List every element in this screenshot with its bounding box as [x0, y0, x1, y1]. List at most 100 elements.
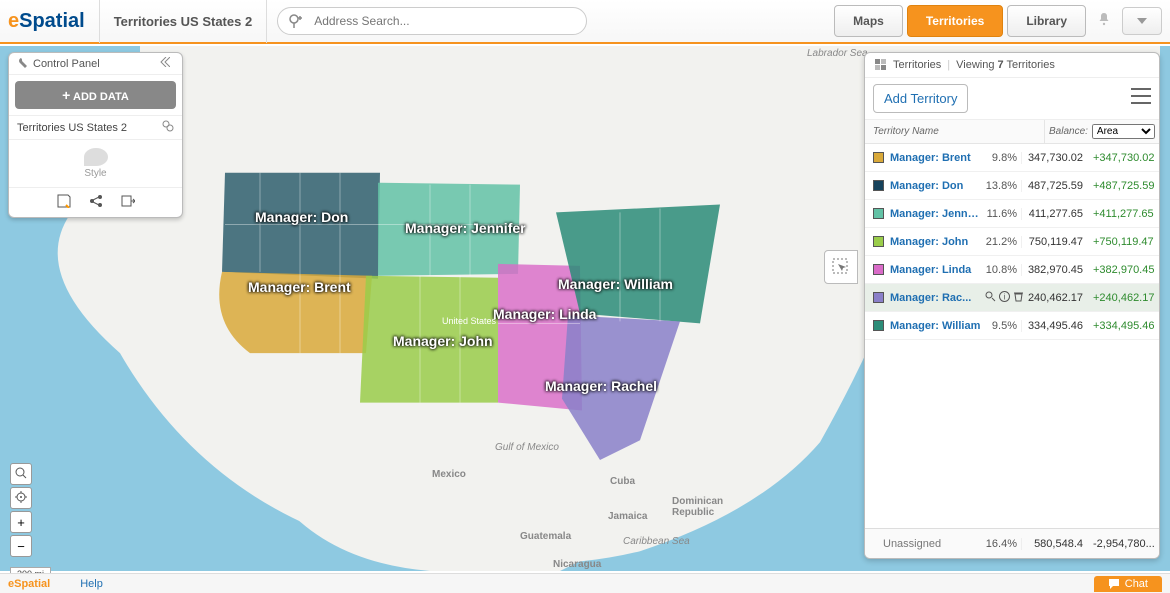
locate-button[interactable] [10, 487, 32, 509]
zoom-fit-button[interactable] [10, 463, 32, 485]
territory-swatch [873, 152, 884, 163]
territory-name[interactable]: Manager: Jennifer [890, 208, 981, 220]
territory-pct: 9.5% [981, 320, 1021, 332]
zoom-out-button[interactable]: − [10, 535, 32, 557]
collapse-icon[interactable] [160, 57, 174, 70]
footer-logo: eSpatial [8, 578, 50, 590]
panel-actions [9, 187, 182, 217]
territory-delta: +382,970.45 [1087, 264, 1159, 276]
share-icon[interactable] [89, 194, 103, 211]
territory-value: 334,495.46 [1021, 320, 1087, 332]
chat-label: Chat [1125, 578, 1148, 590]
territory-value: 382,970.45 [1021, 264, 1087, 276]
territory-delta: +750,119.47 [1087, 236, 1159, 248]
unassigned-row: Unassigned 16.4% 580,548.4 -2,954,780... [865, 528, 1159, 558]
territory-delta: +334,495.46 [1087, 320, 1159, 332]
control-panel: Control Panel + ADD DATA Territories US … [8, 52, 183, 218]
control-panel-title: Control Panel [33, 58, 100, 70]
user-menu[interactable] [1122, 7, 1162, 35]
territory-delta: +411,277.65 [1087, 208, 1159, 220]
territory-rows: Manager: Brenti9.8%347,730.02+347,730.02… [865, 144, 1159, 528]
territory-name[interactable]: Manager: William [890, 320, 981, 332]
add-territory-button[interactable]: Add Territory [873, 84, 968, 113]
territory-swatch [873, 320, 884, 331]
territory-value: 347,730.02 [1021, 152, 1087, 164]
unassigned-label: Unassigned [865, 538, 981, 550]
logo-accent: e [8, 10, 19, 33]
footer: eSpatial Help Chat [0, 573, 1170, 593]
unassigned-val: 580,548.4 [1021, 538, 1087, 550]
dataset-gear-icon[interactable] [162, 120, 174, 135]
territory-name[interactable]: Manager: Linda [890, 264, 981, 276]
delete-icon[interactable] [1013, 291, 1024, 305]
top-nav: Maps Territories Library [834, 5, 1162, 37]
dataset-row[interactable]: Territories US States 2 [9, 115, 182, 139]
territory-pct: 13.8% [981, 180, 1021, 192]
svg-text:i: i [1004, 292, 1006, 301]
notifications-icon[interactable] [1090, 12, 1118, 31]
territory-delta: +487,725.59 [1087, 180, 1159, 192]
zoom-in-button[interactable]: + [10, 511, 32, 533]
add-data-button[interactable]: + ADD DATA [15, 81, 176, 109]
tab-library[interactable]: Library [1007, 5, 1086, 37]
export-icon[interactable] [121, 194, 135, 211]
tab-maps[interactable]: Maps [834, 5, 903, 37]
territory-swatch [873, 208, 884, 219]
territory-name[interactable]: Manager: John [890, 236, 981, 248]
territory-row[interactable]: Manager: Rac...i6.8%240,462.17+240,462.1… [865, 284, 1159, 312]
territory-name[interactable]: Manager: Brent [890, 152, 981, 164]
balance-select[interactable]: Area [1092, 124, 1155, 139]
wrench-icon [17, 58, 29, 70]
territory-pct: 10.8% [981, 264, 1021, 276]
search-input[interactable] [312, 13, 576, 29]
territory-value: 487,725.59 [1021, 180, 1087, 192]
territory-pct: 21.2% [981, 236, 1021, 248]
style-label: Style [9, 168, 182, 179]
style-button[interactable]: Style [9, 139, 182, 187]
territory-swatch [873, 264, 884, 275]
unassigned-pct: 16.4% [981, 538, 1021, 550]
territory-value: 411,277.65 [1021, 208, 1087, 220]
territory-row[interactable]: Manager: Johni21.2%750,119.47+750,119.47 [865, 228, 1159, 256]
territory-name[interactable]: Manager: Rac... [890, 292, 981, 304]
selection-tool[interactable] [824, 250, 858, 284]
pin-plus-icon [288, 13, 304, 29]
logo: eSpatial [8, 0, 100, 43]
territory-delta: +240,462.17 [1087, 292, 1159, 304]
help-link[interactable]: Help [80, 578, 103, 590]
topbar: eSpatial Territories US States 2 Maps Te… [0, 0, 1170, 44]
add-data-label: ADD DATA [73, 91, 129, 103]
territory-row[interactable]: Manager: Jenniferi11.6%411,277.65+411,27… [865, 200, 1159, 228]
territory-pct: 11.6% [981, 208, 1021, 220]
crumb-root[interactable]: Territories [893, 59, 941, 71]
zoom-controls: + − [10, 463, 32, 557]
chat-button[interactable]: Chat [1094, 576, 1162, 592]
row-actions: i [983, 291, 1026, 305]
address-search[interactable] [277, 7, 587, 35]
add-territory-row: Add Territory [865, 78, 1159, 120]
zoom-to-icon[interactable] [985, 291, 996, 305]
territories-icon [875, 59, 887, 71]
chevron-down-icon [1137, 18, 1147, 24]
dataset-name: Territories US States 2 [17, 122, 127, 134]
balance-label: Balance: [1049, 126, 1088, 137]
territory-row[interactable]: Manager: Doni13.8%487,725.59+487,725.59 [865, 172, 1159, 200]
control-panel-header: Control Panel [9, 53, 182, 75]
territories-breadcrumb: Territories | Viewing 7 Territories [865, 53, 1159, 78]
territory-row[interactable]: Manager: Brenti9.8%347,730.02+347,730.02 [865, 144, 1159, 172]
col-territory-name[interactable]: Territory Name [865, 120, 1044, 143]
territories-panel: Territories | Viewing 7 Territories Add … [864, 52, 1160, 559]
territory-swatch [873, 292, 884, 303]
territory-row[interactable]: Manager: Williami9.5%334,495.46+334,495.… [865, 312, 1159, 340]
palette-icon [84, 148, 108, 166]
info-icon[interactable]: i [999, 291, 1010, 305]
page-title: Territories US States 2 [100, 0, 267, 43]
panel-menu-icon[interactable] [1131, 87, 1151, 110]
unassigned-delta: -2,954,780... [1087, 538, 1159, 550]
tab-territories[interactable]: Territories [907, 5, 1003, 37]
chat-icon [1108, 578, 1120, 590]
logo-main: Spatial [19, 10, 85, 33]
territory-row[interactable]: Manager: Lindai10.8%382,970.45+382,970.4… [865, 256, 1159, 284]
territory-name[interactable]: Manager: Don [890, 180, 981, 192]
save-icon[interactable] [57, 194, 71, 211]
